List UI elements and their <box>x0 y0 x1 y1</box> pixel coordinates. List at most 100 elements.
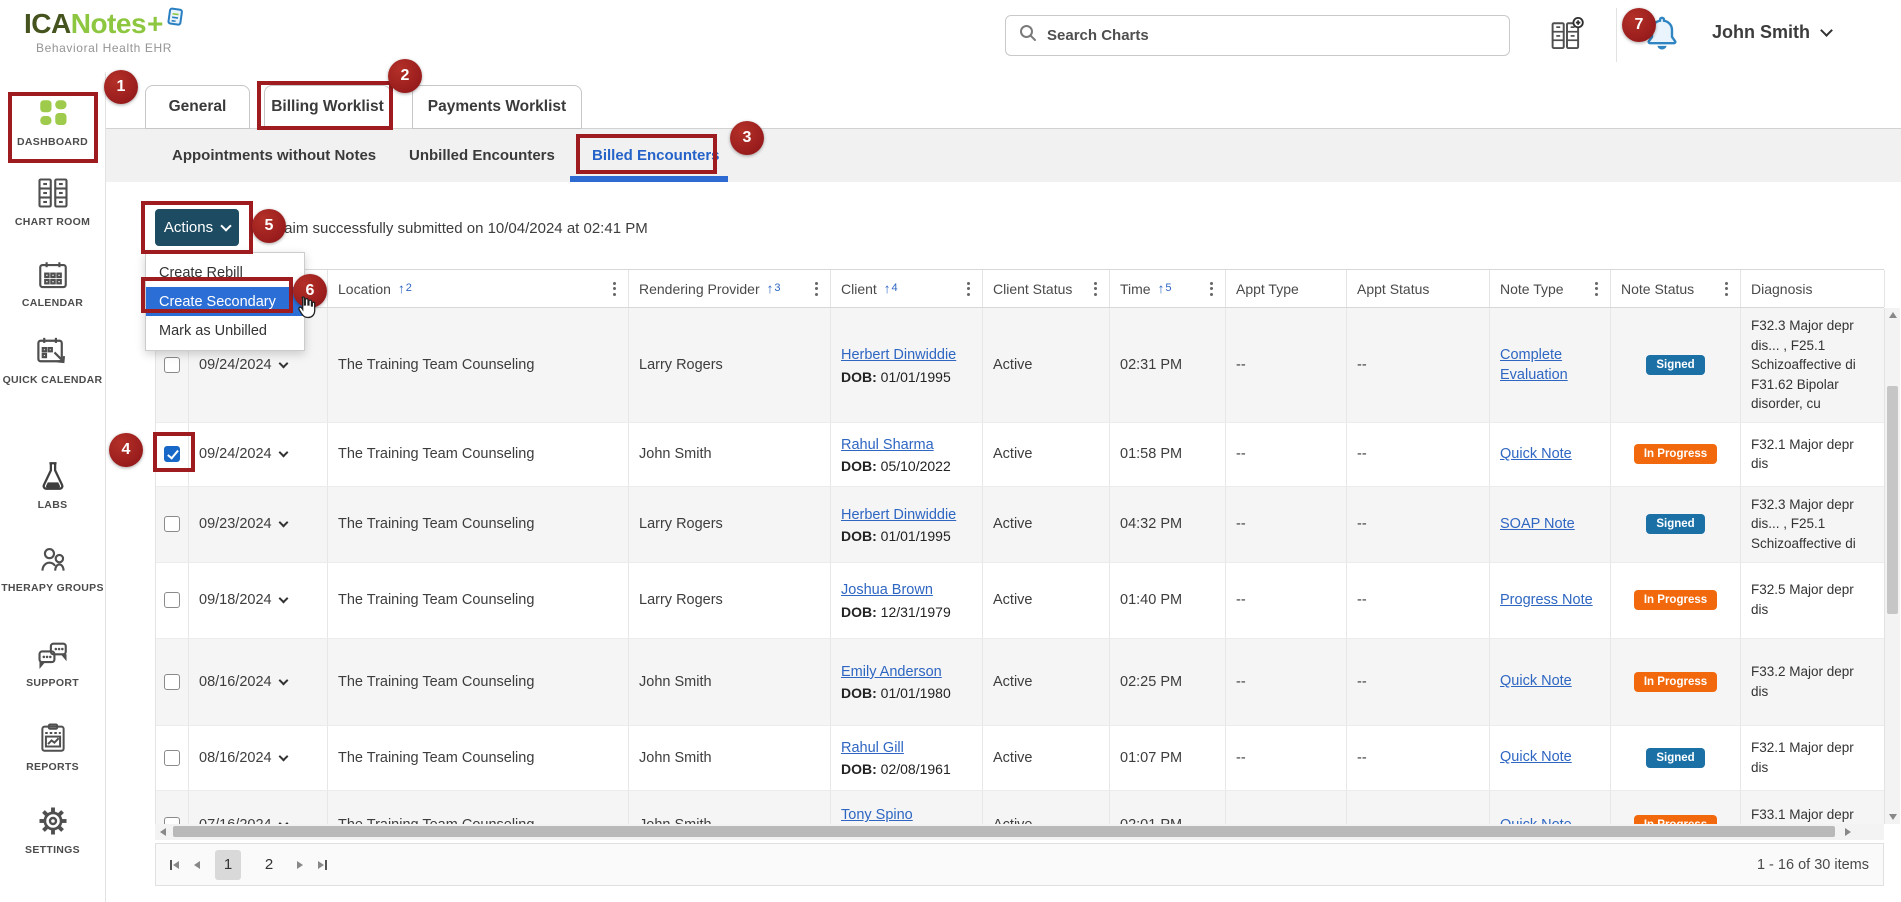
subtab-label: Unbilled Encounters <box>409 147 555 164</box>
column-header-client-status[interactable]: Client Status <box>983 270 1110 307</box>
sidebar-item-support[interactable]: SUPPORT <box>0 638 105 691</box>
column-header-client[interactable]: Client↑4 <box>831 270 983 307</box>
column-header-location[interactable]: Location↑2 <box>328 270 629 307</box>
chevron-down-icon[interactable] <box>278 358 288 368</box>
column-menu-icon[interactable] <box>1092 278 1099 300</box>
note-type-link[interactable]: Quick Note <box>1500 747 1572 767</box>
page-number-1[interactable]: 1 <box>215 850 241 880</box>
menu-item-label: Create Secondary <box>159 294 276 310</box>
column-header-time[interactable]: Time↑5 <box>1110 270 1226 307</box>
search-input[interactable] <box>1047 27 1497 44</box>
first-page-button[interactable] <box>170 860 179 870</box>
scroll-up-arrow-icon[interactable] <box>1885 308 1901 322</box>
column-header-note-status[interactable]: Note Status <box>1611 270 1741 307</box>
page-number-2[interactable]: 2 <box>256 850 282 880</box>
column-header-appt-status[interactable]: Appt Status <box>1347 270 1490 307</box>
note-type-link[interactable]: SOAP Note <box>1500 514 1575 534</box>
row-checkbox[interactable] <box>164 817 180 824</box>
appt-date-cell: 09/18/2024 <box>189 563 328 638</box>
client-link[interactable]: Herbert Dinwiddie <box>841 345 956 365</box>
logo-text-notes: Notes <box>71 8 146 40</box>
sidebar-item-chart-room[interactable]: CHART ROOM <box>0 175 105 230</box>
sidebar-item-labs[interactable]: LABS <box>0 458 105 513</box>
column-header-rendering-provider[interactable]: Rendering Provider↑3 <box>629 270 831 307</box>
menu-item-create-secondary[interactable]: Create Secondary <box>146 287 304 316</box>
tab-label: Payments Worklist <box>428 98 566 116</box>
table-row: 09/24/2024The Training Team CounselingJo… <box>156 423 1884 487</box>
provider-cell: John Smith <box>629 726 831 790</box>
sort-indicator[interactable]: ↑2 <box>398 281 412 296</box>
row-checkbox[interactable] <box>164 674 180 690</box>
row-checkbox[interactable] <box>164 357 180 373</box>
client-link[interactable]: Rahul Gill <box>841 738 904 758</box>
sidebar-item-quick-calendar[interactable]: QUICK CALENDAR <box>0 333 105 388</box>
client-link[interactable]: Joshua Brown <box>841 580 933 600</box>
horizontal-scrollbar[interactable] <box>155 824 1884 840</box>
chevron-down-icon[interactable] <box>278 751 288 761</box>
tab-payments-worklist[interactable]: Payments Worklist <box>412 85 582 129</box>
chevron-down-icon[interactable] <box>278 594 288 604</box>
sidebar: DASHBOARD CHART ROOM CALENDAR QUICK CALENDA… <box>0 72 106 902</box>
search-bar[interactable] <box>1005 15 1510 56</box>
sidebar-item-dashboard[interactable]: DASHBOARD <box>0 95 105 150</box>
note-type-link[interactable]: Quick Note <box>1500 815 1572 824</box>
column-menu-icon[interactable] <box>813 278 820 300</box>
vertical-scrollbar[interactable] <box>1884 308 1900 824</box>
chevron-down-icon <box>220 220 231 231</box>
sidebar-item-calendar[interactable]: CALENDAR <box>0 258 105 311</box>
row-checkbox[interactable] <box>164 446 180 462</box>
note-type-link[interactable]: Complete Evaluation <box>1500 345 1600 386</box>
menu-item-create-rebill[interactable]: Create Rebill <box>146 258 304 287</box>
scroll-right-arrow-icon[interactable] <box>1840 824 1856 840</box>
column-menu-icon[interactable] <box>965 278 972 300</box>
tab-general[interactable]: General <box>145 85 250 129</box>
sort-indicator[interactable]: ↑3 <box>767 281 781 296</box>
column-header-note-type[interactable]: Note Type <box>1490 270 1611 307</box>
menu-item-mark-as-unbilled[interactable]: Mark as Unbilled <box>146 316 304 345</box>
user-menu[interactable]: John Smith <box>1712 22 1831 43</box>
chevron-down-icon[interactable] <box>278 448 288 458</box>
note-type-link[interactable]: Quick Note <box>1500 444 1572 464</box>
file-cabinet-plus-icon[interactable] <box>1550 16 1584 59</box>
subtab-label: Billed Encounters <box>592 147 720 164</box>
note-type-link[interactable]: Progress Note <box>1500 590 1593 610</box>
vertical-scrollbar-thumb[interactable] <box>1887 386 1898 614</box>
column-menu-icon[interactable] <box>1208 278 1215 300</box>
subtab-billed-encounters[interactable]: Billed Encounters <box>592 129 720 182</box>
actions-button[interactable]: Actions <box>155 209 239 246</box>
next-page-button[interactable] <box>297 861 303 869</box>
column-menu-icon[interactable] <box>1593 278 1600 300</box>
note-status-badge: In Progress <box>1634 444 1717 464</box>
row-checkbox[interactable] <box>164 750 180 766</box>
last-page-button[interactable] <box>318 860 327 870</box>
chevron-down-icon[interactable] <box>278 518 288 528</box>
column-menu-icon[interactable] <box>1723 278 1730 300</box>
previous-page-button[interactable] <box>194 861 200 869</box>
column-menu-icon[interactable] <box>611 278 618 300</box>
client-link[interactable]: Tony Spino <box>841 805 913 824</box>
subtab-unbilled-encounters[interactable]: Unbilled Encounters <box>409 129 555 182</box>
sidebar-item-settings[interactable]: SETTINGS <box>0 803 105 858</box>
row-checkbox[interactable] <box>164 592 180 608</box>
sort-indicator[interactable]: ↑5 <box>1158 281 1172 296</box>
table-row: 08/16/2024The Training Team CounselingJo… <box>156 639 1884 726</box>
client-link[interactable]: Rahul Sharma <box>841 435 934 455</box>
appt-date-cell: 09/24/2024 <box>189 423 328 486</box>
row-checkbox[interactable] <box>164 516 180 532</box>
appt-date-cell: 08/16/2024 <box>189 639 328 725</box>
sort-indicator[interactable]: ↑4 <box>884 281 898 296</box>
column-header-diagnosis[interactable]: Diagnosis <box>1741 270 1885 307</box>
sidebar-item-therapy-groups[interactable]: THERAPY GROUPS <box>0 543 105 596</box>
sidebar-item-reports[interactable]: REPORTS <box>0 720 105 775</box>
chevron-down-icon[interactable] <box>278 675 288 685</box>
subtab-appointments-without-notes[interactable]: Appointments without Notes <box>172 129 376 182</box>
tab-billing-worklist[interactable]: Billing Worklist <box>264 85 391 129</box>
column-header-appt-type[interactable]: Appt Type <box>1226 270 1347 307</box>
client-link[interactable]: Emily Anderson <box>841 662 942 682</box>
client-link[interactable]: Herbert Dinwiddie <box>841 505 956 525</box>
appt-date: 08/16/2024 <box>199 674 272 690</box>
note-type-link[interactable]: Quick Note <box>1500 671 1572 691</box>
scroll-down-arrow-icon[interactable] <box>1885 810 1901 824</box>
horizontal-scrollbar-thumb[interactable] <box>173 826 1835 837</box>
scroll-left-arrow-icon[interactable] <box>155 824 171 840</box>
